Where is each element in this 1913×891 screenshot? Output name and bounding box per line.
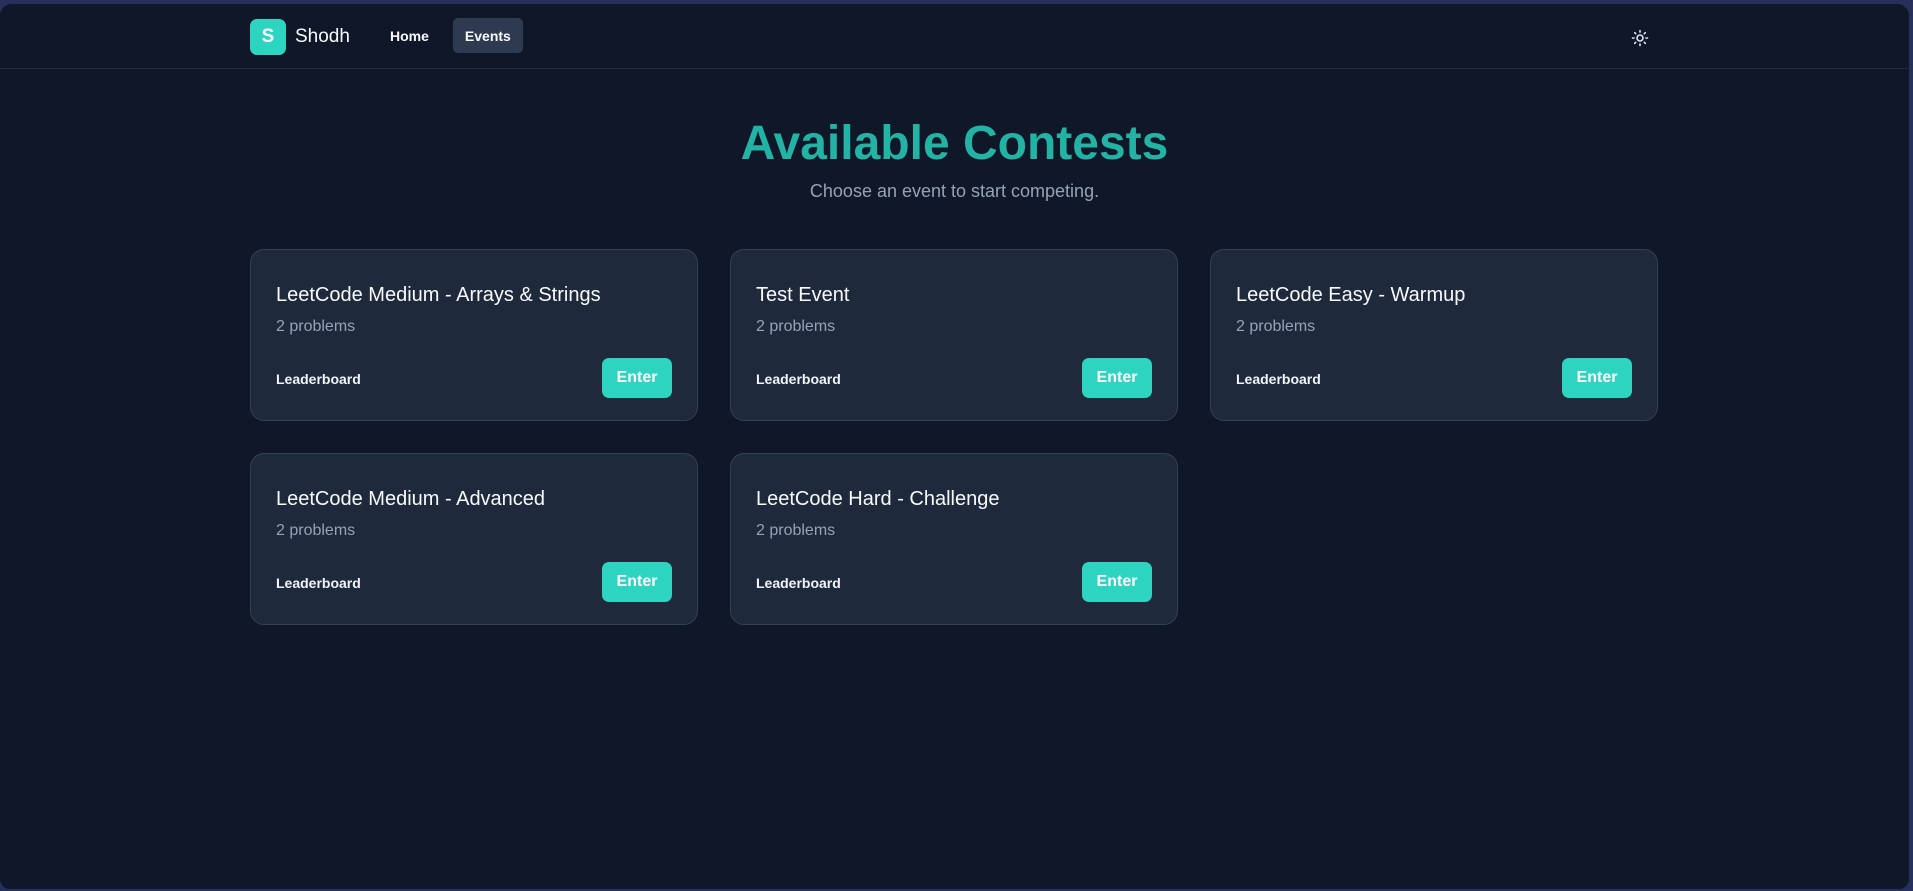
enter-button[interactable]: Enter: [1562, 358, 1632, 398]
theme-toggle-button[interactable]: [1626, 24, 1654, 52]
contest-title: Test Event: [756, 284, 850, 306]
contest-title: LeetCode Easy - Warmup: [1236, 284, 1466, 306]
enter-button[interactable]: Enter: [1082, 358, 1152, 398]
contest-card: Test Event 2 problems Leaderboard Enter: [730, 249, 1178, 421]
nav-links: Home Events: [378, 18, 523, 53]
contest-title: LeetCode Medium - Advanced: [276, 488, 546, 510]
problem-count: 2 problems: [756, 318, 836, 335]
nav-link-home[interactable]: Home: [378, 18, 441, 53]
leaderboard-link[interactable]: Leaderboard: [756, 574, 841, 592]
contest-card: LeetCode Easy - Warmup 2 problems Leader…: [1210, 249, 1658, 421]
contest-card: LeetCode Hard - Challenge 2 problems Lea…: [730, 453, 1178, 625]
sun-icon: [1631, 29, 1649, 47]
problem-count: 2 problems: [756, 522, 836, 539]
enter-button[interactable]: Enter: [602, 562, 672, 602]
contest-grid: LeetCode Medium - Arrays & Strings 2 pro…: [250, 249, 1660, 625]
logo-icon: S: [250, 19, 286, 55]
top-navbar: S Shodh Home Events: [0, 4, 1909, 69]
leaderboard-link[interactable]: Leaderboard: [276, 370, 361, 388]
contest-card: LeetCode Medium - Arrays & Strings 2 pro…: [250, 249, 698, 421]
problem-count: 2 problems: [276, 318, 356, 335]
page-subtitle: Choose an event to start competing.: [809, 181, 1100, 201]
leaderboard-link[interactable]: Leaderboard: [1236, 370, 1321, 388]
problem-count: 2 problems: [276, 522, 356, 539]
brand[interactable]: S Shodh: [250, 19, 350, 55]
app-window: S Shodh Home Events Available Contests C…: [0, 4, 1909, 889]
problem-count: 2 problems: [1236, 318, 1316, 335]
leaderboard-link[interactable]: Leaderboard: [756, 370, 841, 388]
enter-button[interactable]: Enter: [602, 358, 672, 398]
contest-title: LeetCode Hard - Challenge: [756, 488, 1000, 510]
contest-title: LeetCode Medium - Arrays & Strings: [276, 284, 601, 306]
hero-section: Available Contests Choose an event to st…: [0, 114, 1909, 202]
nav-link-events[interactable]: Events: [452, 18, 523, 53]
brand-name: Shodh: [295, 26, 350, 47]
contest-card: LeetCode Medium - Advanced 2 problems Le…: [250, 453, 698, 625]
page-title: Available Contests: [740, 117, 1169, 170]
enter-button[interactable]: Enter: [1082, 562, 1152, 602]
leaderboard-link[interactable]: Leaderboard: [276, 574, 361, 592]
